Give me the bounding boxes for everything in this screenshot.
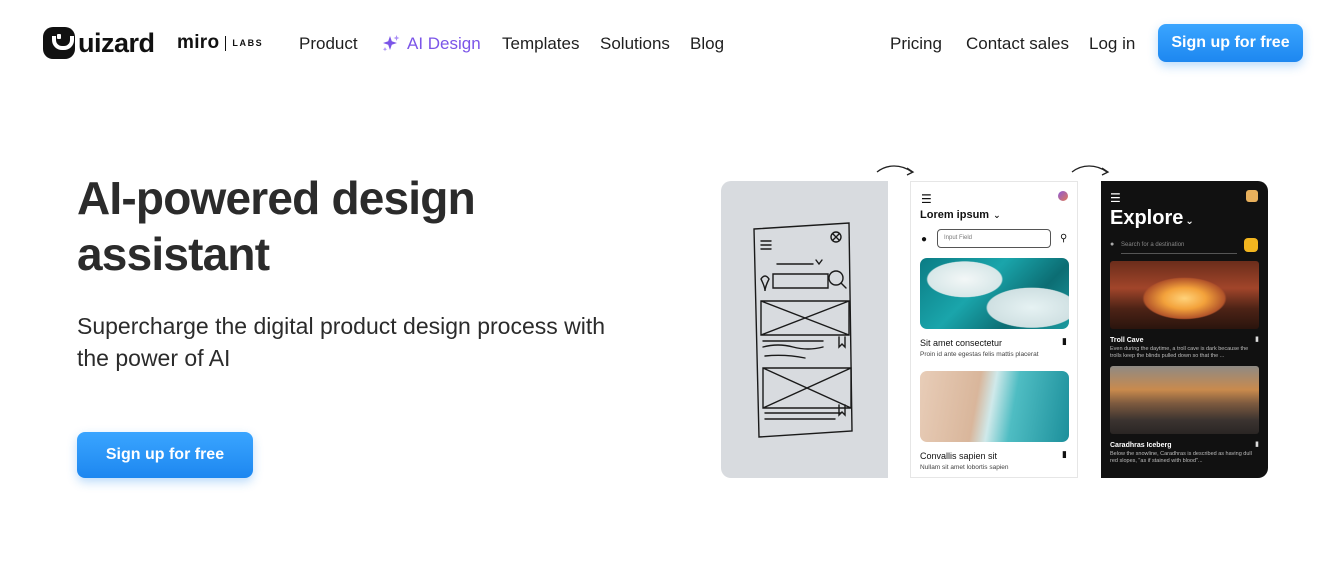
miro-labs-logo: miro LABS [177,32,263,54]
uizard-wordmark: uizard [78,27,155,58]
destination-image [1110,261,1259,329]
search-button-icon [1244,238,1258,252]
bookmark-icon: ▮ [1062,449,1067,459]
destination-search-field: Search for a destination [1121,240,1237,254]
chevron-down-icon: ⌄ [993,210,1001,220]
destination-image [1110,366,1259,434]
final-design-mockup: ☰ Explore ⌄ ● Search for a destination Tr… [1101,181,1268,478]
hamburger-menu-icon: ☰ [1110,191,1121,205]
card-description: Nullam sit amet lobortis sapien [920,464,1009,471]
destination-title: Caradhras Iceberg [1110,442,1172,449]
miro-wordmark: miro [177,32,220,53]
bookmark-icon: ▮ [1255,336,1259,343]
nav-solutions[interactable]: Solutions [600,34,670,54]
nav-contact-sales[interactable]: Contact sales [966,34,1069,54]
uizard-logo[interactable]: uizard [43,27,155,59]
hand-sketch-image [721,181,888,478]
nav-sign-up-button[interactable]: Sign up for free [1158,24,1303,62]
card-description: Proin id ante egestas felis mattis place… [920,351,1039,358]
wire-page-title: Lorem ipsum ⌄ [920,209,1001,221]
hero-title: AI-powered design assistant [77,172,476,280]
card-image [920,371,1069,442]
top-navigation: uizard miro LABS Product AI Design Templ… [0,0,1340,86]
hero-sign-up-button[interactable]: Sign up for free [77,432,253,478]
hamburger-menu-icon: ☰ [921,192,932,206]
nav-log-in[interactable]: Log in [1089,34,1135,54]
nav-blog[interactable]: Blog [690,34,724,54]
bookmark-icon: ▮ [1062,336,1067,346]
uizard-logo-icon [43,27,75,59]
nav-ai-design-label: AI Design [407,34,481,53]
labs-tag: LABS [232,38,264,48]
nav-pricing[interactable]: Pricing [890,34,942,54]
card-title: Sit amet consectetur [920,338,1003,348]
logo-divider [225,35,227,51]
chevron-down-icon: ⌄ [1185,216,1194,227]
hero-subtitle: Supercharge the digital product design p… [77,313,606,371]
destination-description: Below the snowline, Caradhras is describ… [1110,451,1252,464]
destination-title: Troll Cave [1110,337,1144,344]
wire-input-field: Input Field [937,229,1051,248]
card-image [920,258,1069,329]
wireframe-mockup: ☰ Lorem ipsum ⌄ ● Input Field ⚲ Sit amet … [910,181,1078,478]
location-pin-icon: ● [1110,241,1115,248]
bookmark-icon: ▮ [1255,441,1259,448]
explore-title: Explore ⌄ [1110,207,1194,229]
flow-arrow-icon [876,165,915,176]
flow-arrow-icon [1071,165,1110,176]
avatar [1058,191,1068,201]
destination-description: Even during the daytime, a troll cave is… [1110,346,1249,359]
wireframe-sketch-drawing [753,222,853,438]
avatar [1246,190,1258,202]
search-icon: ⚲ [1060,233,1068,244]
nav-ai-design[interactable]: AI Design [381,34,481,54]
card-title: Convallis sapien sit [920,451,998,461]
location-pin-icon: ● [921,234,928,245]
nav-product[interactable]: Product [299,34,358,54]
nav-templates[interactable]: Templates [502,34,579,54]
sparkle-icon [382,35,400,52]
